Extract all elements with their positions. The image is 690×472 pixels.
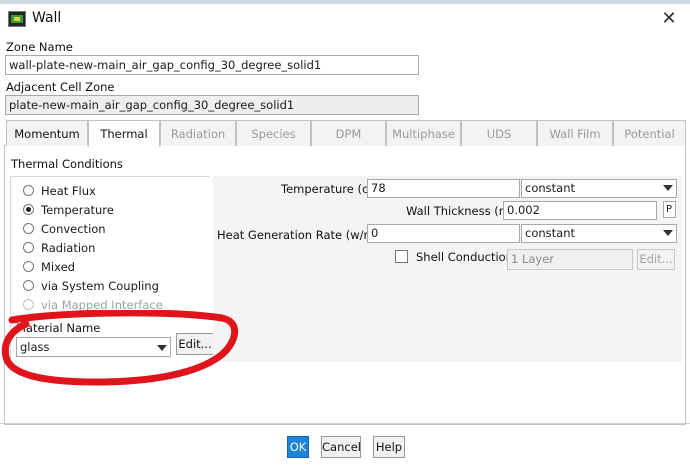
- cancel-button[interactable]: Cancel: [321, 436, 361, 458]
- tab-potential: Potential: [613, 120, 686, 146]
- radio-button-icon: [23, 242, 34, 253]
- adjacent-cell-zone-field: plate-new-main_air_gap_config_30_degree_…: [5, 95, 419, 115]
- fluent-app-icon: [8, 11, 26, 27]
- tab-uds: UDS: [461, 120, 537, 146]
- title-bar: [0, 0, 690, 36]
- heat-generation-rate-input[interactable]: 0: [367, 224, 520, 243]
- tab-species: Species: [236, 120, 311, 146]
- heat-generation-rate-label: Heat Generation Rate (w/m3): [217, 228, 387, 242]
- chevron-down-icon: [157, 345, 167, 351]
- zone-name-field[interactable]: wall-plate-new-main_air_gap_config_30_de…: [5, 55, 419, 75]
- window-title: Wall: [32, 10, 62, 26]
- ok-button[interactable]: OK: [287, 436, 309, 458]
- tab-radiation: Radiation: [160, 120, 236, 146]
- heat-generation-method-dropdown[interactable]: constant: [521, 224, 677, 243]
- shell-conduction-label: Shell Conduction: [416, 250, 514, 264]
- wall-thickness-parameter-button[interactable]: P: [663, 201, 676, 218]
- tab-wall-film: Wall Film: [537, 120, 613, 146]
- thermal-conditions-panel: Heat Flux Temperature Convection Radiati…: [10, 176, 214, 362]
- temperature-input[interactable]: 78: [367, 179, 520, 198]
- radio-button-icon: [23, 185, 34, 196]
- radio-button-icon: [23, 261, 34, 272]
- thermal-settings-panel: Temperature (c) 78 constant Wall Thickne…: [213, 176, 682, 362]
- material-name-dropdown[interactable]: glass: [16, 337, 171, 357]
- shell-conduction-checkbox[interactable]: [395, 250, 408, 263]
- tab-multiphase: Multiphase: [386, 120, 461, 146]
- temperature-label: Temperature (c): [281, 182, 373, 196]
- chevron-down-icon: [663, 230, 673, 236]
- window-top-edge: [0, 0, 690, 4]
- wall-thickness-input[interactable]: 0.002: [503, 201, 657, 220]
- radio-button-icon: [23, 280, 34, 291]
- tab-thermal[interactable]: Thermal: [88, 120, 160, 147]
- shell-layers-edit-button: Edit...: [637, 249, 675, 270]
- wall-thickness-label: Wall Thickness (m): [406, 204, 515, 218]
- material-name-label: Material Name: [16, 321, 101, 335]
- radio-button-icon: [23, 223, 34, 234]
- adjacent-cell-zone-label: Adjacent Cell Zone: [6, 80, 115, 94]
- tab-strip: Momentum Thermal Radiation Species DPM M…: [4, 120, 686, 147]
- tab-momentum[interactable]: Momentum: [6, 120, 88, 146]
- temperature-method-dropdown[interactable]: constant: [521, 179, 677, 198]
- footer-divider: [0, 423, 690, 424]
- zone-name-label: Zone Name: [6, 40, 73, 54]
- shell-layers-field: 1 Layer: [507, 249, 633, 270]
- thermal-conditions-label: Thermal Conditions: [11, 157, 123, 171]
- radio-button-icon: [23, 299, 34, 310]
- chevron-down-icon: [663, 185, 673, 191]
- close-icon[interactable]: ✕: [654, 6, 684, 32]
- material-edit-button[interactable]: Edit...: [176, 333, 214, 355]
- help-button[interactable]: Help: [373, 436, 405, 458]
- radio-button-selected-icon: [23, 204, 34, 215]
- tab-dpm: DPM: [311, 120, 386, 146]
